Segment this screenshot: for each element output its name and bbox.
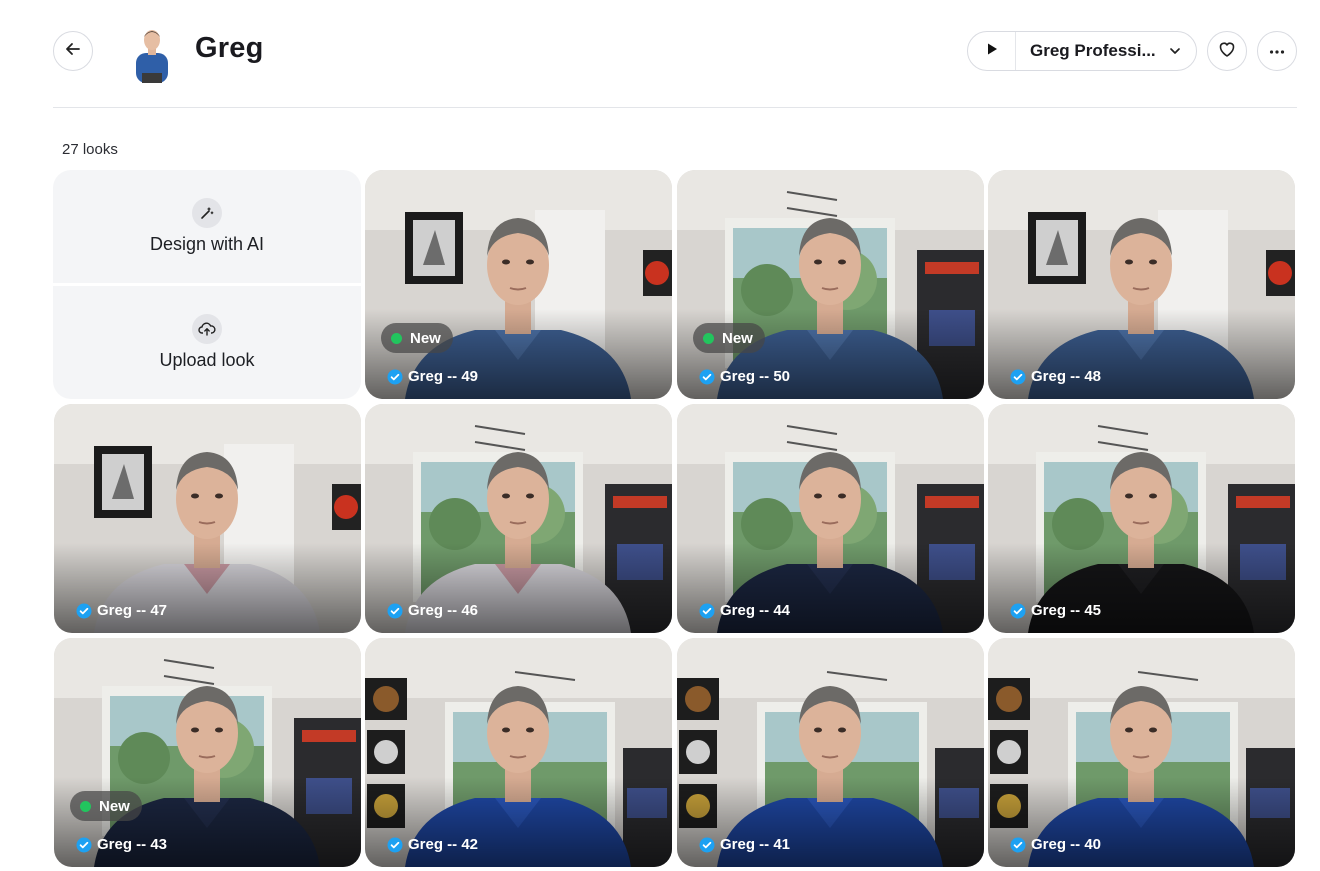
back-button[interactable]: [53, 31, 93, 71]
new-badge-label: New: [410, 329, 441, 347]
look-label: Greg -- 48: [1010, 368, 1101, 385]
new-badge: New: [381, 323, 453, 353]
thumbnail-shade: [988, 309, 1295, 399]
look-name: Greg -- 47: [97, 602, 168, 619]
look-label: Greg -- 45: [1010, 602, 1101, 619]
look-card[interactable]: New Greg -- 50: [677, 170, 984, 399]
new-badge-label: New: [99, 797, 130, 815]
play-voice-button[interactable]: [968, 32, 1016, 70]
play-icon: [985, 42, 999, 61]
new-badge-label: New: [722, 329, 753, 347]
avatar: [128, 27, 176, 83]
voice-name: Greg Professi...: [1030, 41, 1156, 60]
look-name: Greg -- 48: [1031, 368, 1102, 385]
status-dot-icon: [391, 332, 402, 344]
header-divider: [53, 107, 1297, 108]
look-card[interactable]: Greg -- 48: [988, 170, 1295, 399]
look-label: Greg -- 47: [76, 602, 167, 619]
verified-check-icon: [699, 837, 715, 853]
thumbnail-shade: [365, 777, 672, 867]
verified-check-icon: [387, 603, 403, 619]
look-name: Greg -- 50: [720, 368, 791, 385]
verified-check-icon: [699, 603, 715, 619]
look-name: Greg -- 46: [408, 602, 479, 619]
look-label: Greg -- 43: [76, 836, 167, 853]
look-name: Greg -- 42: [408, 836, 479, 853]
verified-check-icon: [1010, 837, 1026, 853]
arrow-left-icon: [64, 40, 82, 63]
look-label: Greg -- 40: [1010, 836, 1101, 853]
design-with-ai-label: Design with AI: [149, 234, 265, 254]
chevron-down-icon: [1160, 44, 1190, 58]
verified-check-icon: [387, 369, 403, 385]
look-name: Greg -- 43: [97, 836, 168, 853]
thumbnail-shade: [677, 543, 984, 633]
status-dot-icon: [703, 332, 714, 344]
look-card[interactable]: Greg -- 47: [54, 404, 361, 633]
verified-check-icon: [387, 837, 403, 853]
status-dot-icon: [80, 800, 91, 812]
page-header: Greg Greg Professi...: [53, 30, 1297, 83]
thumbnail-shade: [988, 543, 1295, 633]
thumbnail-shade: [54, 543, 361, 633]
look-name: Greg -- 45: [1031, 602, 1102, 619]
page-title: Greg: [195, 32, 264, 64]
more-horizontal-icon: [1269, 42, 1285, 60]
look-label: Greg -- 49: [387, 368, 478, 385]
new-badge: New: [693, 323, 765, 353]
magic-wand-icon: [192, 198, 222, 228]
design-with-ai-button[interactable]: Design with AI: [53, 170, 361, 283]
look-card[interactable]: New Greg -- 43: [54, 638, 361, 867]
look-label: Greg -- 50: [699, 368, 790, 385]
thumbnail-shade: [988, 777, 1295, 867]
look-card[interactable]: New Greg -- 49: [365, 170, 672, 399]
new-badge: New: [70, 791, 142, 821]
more-options-button[interactable]: [1257, 31, 1297, 71]
looks-count: 27 looks: [62, 141, 118, 158]
look-card[interactable]: Greg -- 45: [988, 404, 1295, 633]
look-name: Greg -- 44: [720, 602, 791, 619]
look-card[interactable]: Greg -- 42: [365, 638, 672, 867]
thumbnail-shade: [677, 777, 984, 867]
cloud-upload-icon: [192, 314, 222, 344]
look-label: Greg -- 46: [387, 602, 478, 619]
verified-check-icon: [1010, 603, 1026, 619]
favorite-button[interactable]: [1207, 31, 1247, 71]
thumbnail-shade: [365, 543, 672, 633]
upload-look-label: Upload look: [159, 350, 255, 370]
look-name: Greg -- 49: [408, 368, 479, 385]
heart-icon: [1217, 39, 1237, 64]
look-card[interactable]: Greg -- 46: [365, 404, 672, 633]
verified-check-icon: [699, 369, 715, 385]
verified-check-icon: [1010, 369, 1026, 385]
look-label: Greg -- 44: [699, 602, 790, 619]
look-card[interactable]: Greg -- 41: [677, 638, 984, 867]
look-name: Greg -- 40: [1031, 836, 1102, 853]
verified-check-icon: [76, 837, 92, 853]
voice-selector[interactable]: Greg Professi...: [967, 31, 1197, 71]
verified-check-icon: [76, 603, 92, 619]
look-name: Greg -- 41: [720, 836, 791, 853]
upload-look-button[interactable]: Upload look: [53, 286, 361, 399]
look-label: Greg -- 41: [699, 836, 790, 853]
look-label: Greg -- 42: [387, 836, 478, 853]
look-card[interactable]: Greg -- 40: [988, 638, 1295, 867]
look-card[interactable]: Greg -- 44: [677, 404, 984, 633]
